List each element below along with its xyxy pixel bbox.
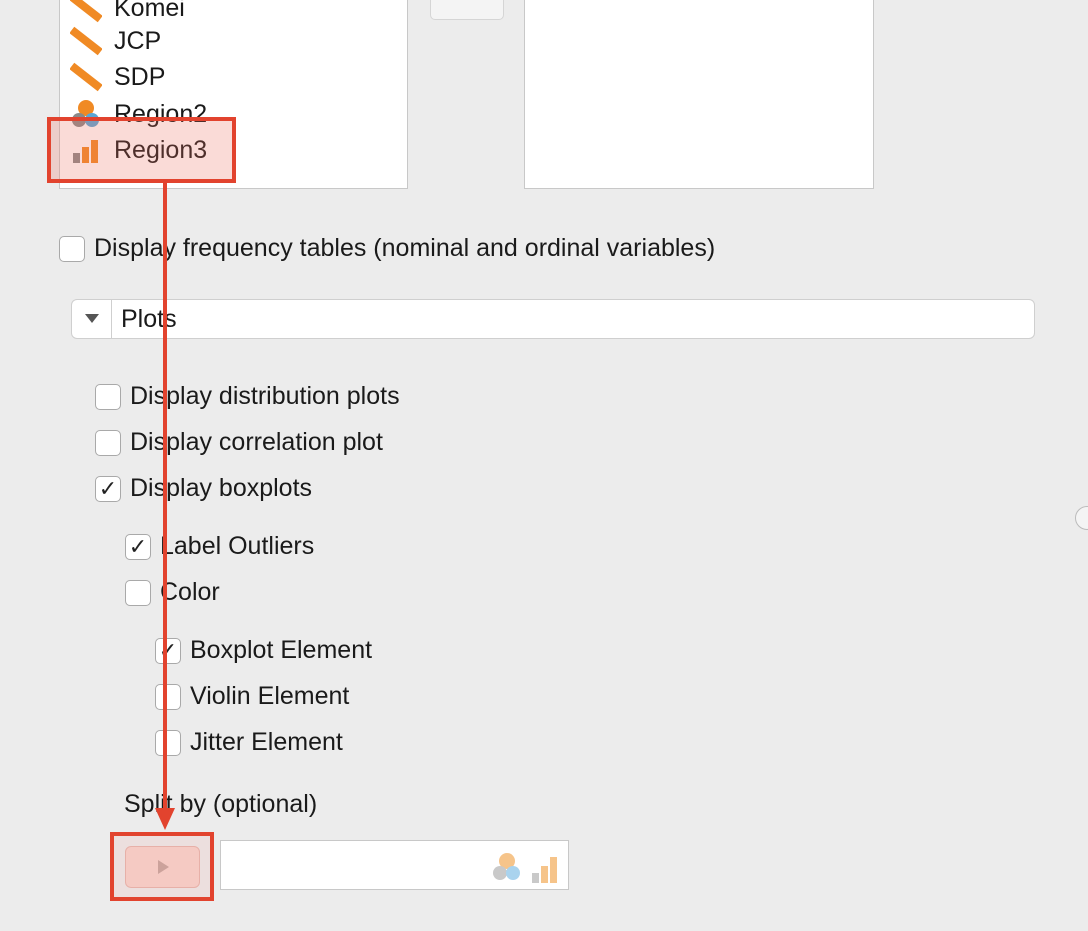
annotation-arrow xyxy=(155,183,175,830)
